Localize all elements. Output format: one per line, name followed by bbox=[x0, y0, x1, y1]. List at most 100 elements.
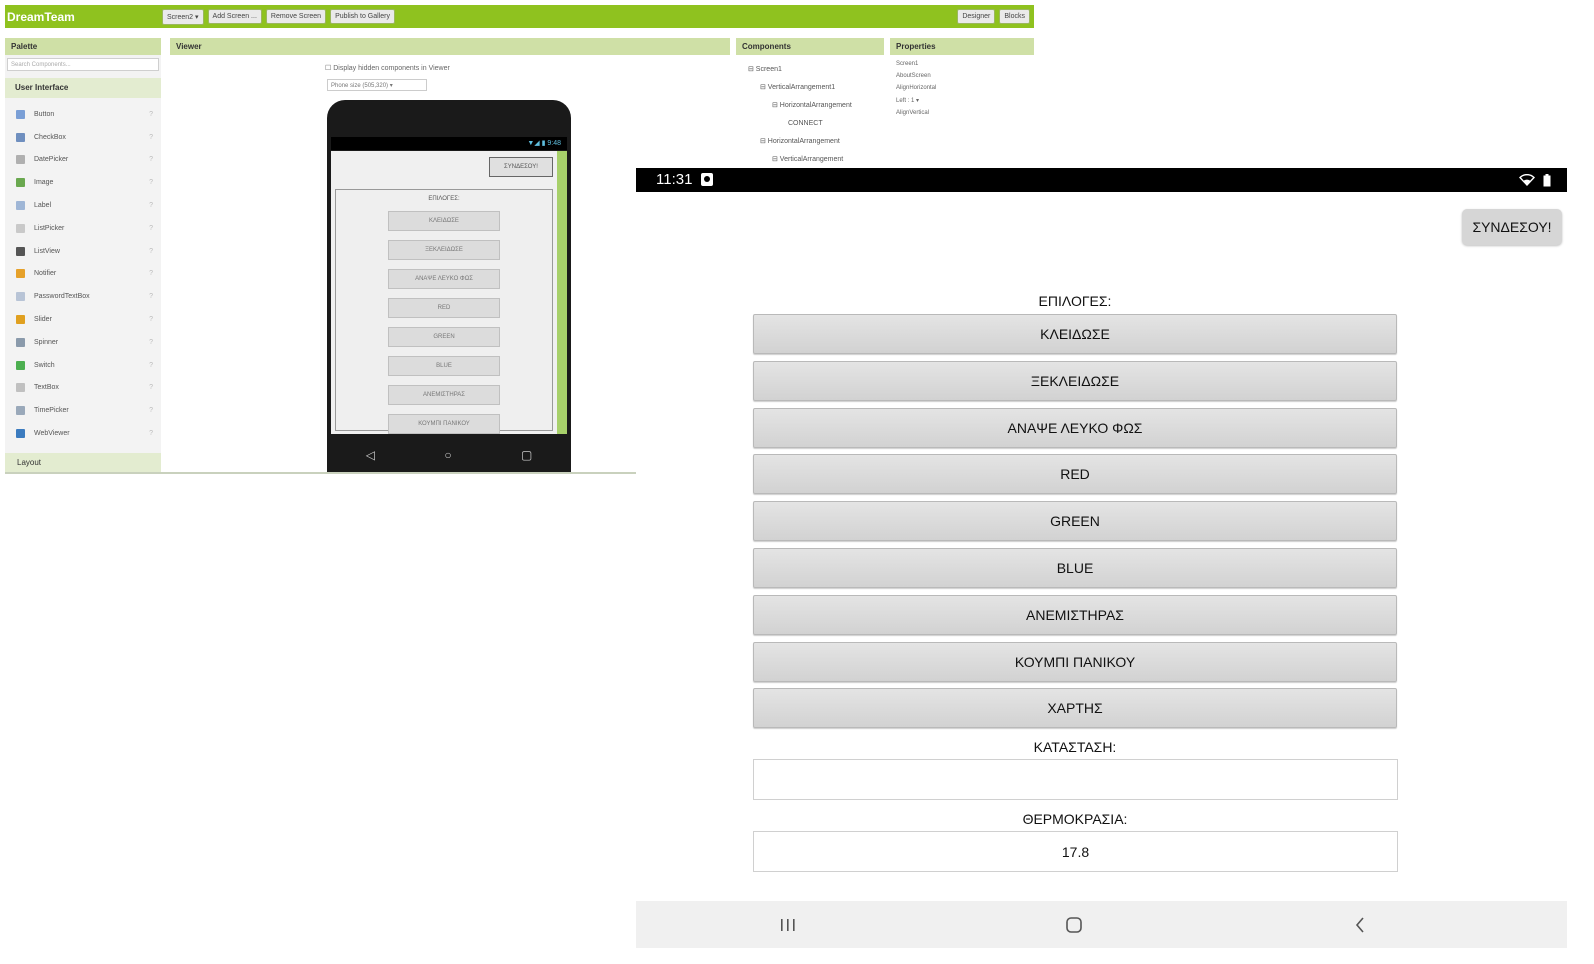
help-icon[interactable]: ? bbox=[149, 384, 153, 391]
component-tree-item[interactable]: ⊟ Screen1 bbox=[748, 61, 884, 79]
help-icon[interactable]: ? bbox=[149, 202, 153, 209]
palette-component-icon bbox=[16, 406, 25, 416]
palette-item-label: Notifier bbox=[34, 270, 57, 278]
palette-component-icon bbox=[16, 223, 25, 233]
fan-button[interactable]: ΑΝΕΜΙΣΤΗΡΑΣ bbox=[753, 594, 1397, 635]
phone-options-label: ΕΠΙΛΟΓΕΣ: bbox=[428, 196, 460, 202]
phone-connect-button[interactable]: ΣΥΝΔΕΣΟΥ! bbox=[489, 157, 553, 177]
component-tree-item[interactable]: ⊟ VerticalArrangement1 bbox=[748, 79, 884, 97]
phone-preview-button[interactable]: ΑΝΑΨΕ ΛΕΥΚΟ ΦΩΣ bbox=[388, 269, 500, 289]
panic-button[interactable]: ΚΟΥΜΠΙ ΠΑΝΙΚΟΥ bbox=[753, 641, 1397, 682]
palette-component-icon bbox=[16, 178, 25, 188]
app-logo: DreamTeam bbox=[7, 9, 75, 24]
palette-item[interactable]: TimePicker? bbox=[5, 399, 161, 422]
phone-preview-button[interactable]: RED bbox=[388, 298, 500, 318]
help-icon[interactable]: ? bbox=[149, 111, 153, 118]
palette-list: Button? CheckBox? DatePicker? Image? Label? L… bbox=[5, 103, 161, 445]
palette-item[interactable]: Switch? bbox=[5, 354, 161, 377]
palette-category-layout[interactable]: Layout bbox=[5, 453, 161, 472]
status-bar: 11:31 bbox=[636, 168, 1567, 192]
palette-item[interactable]: DatePicker? bbox=[5, 149, 161, 172]
help-icon[interactable]: ? bbox=[149, 407, 153, 414]
component-tree-item[interactable]: CONNECT bbox=[748, 115, 884, 133]
palette-item[interactable]: WebViewer? bbox=[5, 422, 161, 445]
recents-button[interactable] bbox=[758, 901, 818, 948]
remove-screen-button[interactable]: Remove Screen bbox=[265, 9, 327, 24]
help-icon[interactable]: ? bbox=[149, 293, 153, 300]
lock-button[interactable]: ΚΛΕΙΔΩΣΕ bbox=[753, 314, 1397, 354]
palette-item-label: TimePicker bbox=[34, 407, 69, 415]
palette-item-label: DatePicker bbox=[34, 156, 69, 164]
back-button[interactable] bbox=[1330, 901, 1390, 948]
home-button[interactable] bbox=[1044, 901, 1104, 948]
palette-item[interactable]: Label? bbox=[5, 194, 161, 217]
palette-item[interactable]: ListPicker? bbox=[5, 217, 161, 240]
palette-item[interactable]: ListView? bbox=[5, 240, 161, 263]
help-icon[interactable]: ? bbox=[149, 134, 153, 141]
recents-icon bbox=[781, 918, 795, 931]
blocks-button[interactable]: Blocks bbox=[999, 9, 1030, 24]
viewer-header: Viewer bbox=[170, 38, 730, 55]
palette-item[interactable]: TextBox? bbox=[5, 377, 161, 400]
component-tree-item[interactable]: ⊟ HorizontalArrangement bbox=[748, 97, 884, 115]
green-button[interactable]: GREEN bbox=[753, 501, 1397, 542]
phone-preview-button[interactable]: ΞΕΚΛΕΙΔΩΣΕ bbox=[388, 240, 500, 260]
palette-item[interactable]: Button? bbox=[5, 103, 161, 126]
add-screen-button[interactable]: Add Screen ... bbox=[207, 9, 262, 24]
palette-item[interactable]: Spinner? bbox=[5, 331, 161, 354]
palette-category-user-interface[interactable]: User Interface bbox=[5, 78, 161, 98]
status-field[interactable] bbox=[753, 759, 1398, 800]
map-button[interactable]: ΧΑΡΤΗΣ bbox=[753, 688, 1397, 729]
status-time: 11:31 bbox=[656, 171, 693, 188]
navigation-bar bbox=[636, 901, 1567, 948]
help-icon[interactable]: ? bbox=[149, 225, 153, 232]
designer-button[interactable]: Designer bbox=[957, 9, 996, 24]
blue-button[interactable]: BLUE bbox=[753, 547, 1397, 588]
help-icon[interactable]: ? bbox=[149, 156, 153, 163]
palette-component-icon bbox=[16, 155, 25, 165]
palette-component-icon bbox=[16, 132, 25, 142]
phone-preview-button[interactable]: ΚΛΕΙΔΩΣΕ bbox=[388, 211, 500, 231]
phone-preview-button[interactable]: ΚΟΥΜΠΙ ΠΑΝΙΚΟΥ bbox=[388, 414, 500, 434]
property-item: AboutScreen bbox=[896, 73, 931, 79]
component-tree-item[interactable]: ⊟ VerticalArrangement bbox=[748, 151, 884, 169]
palette-search-input[interactable]: Search Components... bbox=[7, 58, 159, 71]
help-icon[interactable]: ? bbox=[149, 248, 153, 255]
red-button[interactable]: RED bbox=[753, 454, 1397, 495]
help-icon[interactable]: ? bbox=[149, 270, 153, 277]
phone-preview: ▼◢ ▮ 9:48 ΣΥΝΔΕΣΟΥ! ΕΠΙΛΟΓΕΣ: ΚΛΕΙΔΩΣΕ ΞΕ… bbox=[327, 100, 571, 472]
publish-gallery-button[interactable]: Publish to Gallery bbox=[330, 9, 395, 24]
palette-component-icon bbox=[16, 201, 25, 211]
screen-select-button[interactable]: Screen2 ▾ bbox=[162, 8, 204, 25]
palette-component-icon bbox=[16, 246, 25, 256]
display-hidden-checkbox[interactable]: ☐ Display hidden components in Viewer bbox=[325, 64, 450, 72]
palette-panel: Search Components... User Interface Butt… bbox=[5, 55, 161, 472]
palette-item[interactable]: Image? bbox=[5, 171, 161, 194]
component-tree-item[interactable]: ⊟ HorizontalArrangement bbox=[748, 133, 884, 151]
phone-preview-button[interactable]: BLUE bbox=[388, 356, 500, 376]
unlock-button[interactable]: ΞΕΚΛΕΙΔΩΣΕ bbox=[753, 360, 1397, 401]
palette-item[interactable]: PasswordTextBox? bbox=[5, 285, 161, 308]
options-label: ΕΠΙΛΟΓΕΣ: bbox=[1038, 293, 1112, 309]
palette-item[interactable]: CheckBox? bbox=[5, 126, 161, 149]
phone-home-icon: ○ bbox=[444, 448, 452, 462]
phone-preview-button[interactable]: ΑΝΕΜΙΣΤΗΡΑΣ bbox=[388, 385, 500, 405]
help-icon[interactable]: ? bbox=[149, 316, 153, 323]
property-item: Screen1 bbox=[896, 61, 919, 67]
property-item: Left : 1 ▾ bbox=[896, 98, 920, 104]
help-icon[interactable]: ? bbox=[149, 430, 153, 437]
connect-button[interactable]: ΣΥΝΔΕΣΟΥ! bbox=[1462, 209, 1562, 245]
palette-item-label: CheckBox bbox=[34, 133, 66, 141]
help-icon[interactable]: ? bbox=[149, 362, 153, 369]
palette-item-label: WebViewer bbox=[34, 430, 70, 438]
help-icon[interactable]: ? bbox=[149, 339, 153, 346]
palette-component-icon bbox=[16, 292, 25, 302]
help-icon[interactable]: ? bbox=[149, 179, 153, 186]
phone-preview-button[interactable]: GREEN bbox=[388, 327, 500, 347]
phone-size-select[interactable]: Phone size (505,320) ▾ bbox=[327, 79, 427, 91]
palette-item[interactable]: Notifier? bbox=[5, 263, 161, 286]
palette-item[interactable]: Slider? bbox=[5, 308, 161, 331]
properties-list: Screen1 AboutScreen AlignHorizontal Left : … bbox=[890, 61, 1034, 116]
temperature-field[interactable]: 17.8 bbox=[753, 831, 1398, 872]
white-light-button[interactable]: ΑΝΑΨΕ ΛΕΥΚΟ ΦΩΣ bbox=[753, 407, 1397, 448]
